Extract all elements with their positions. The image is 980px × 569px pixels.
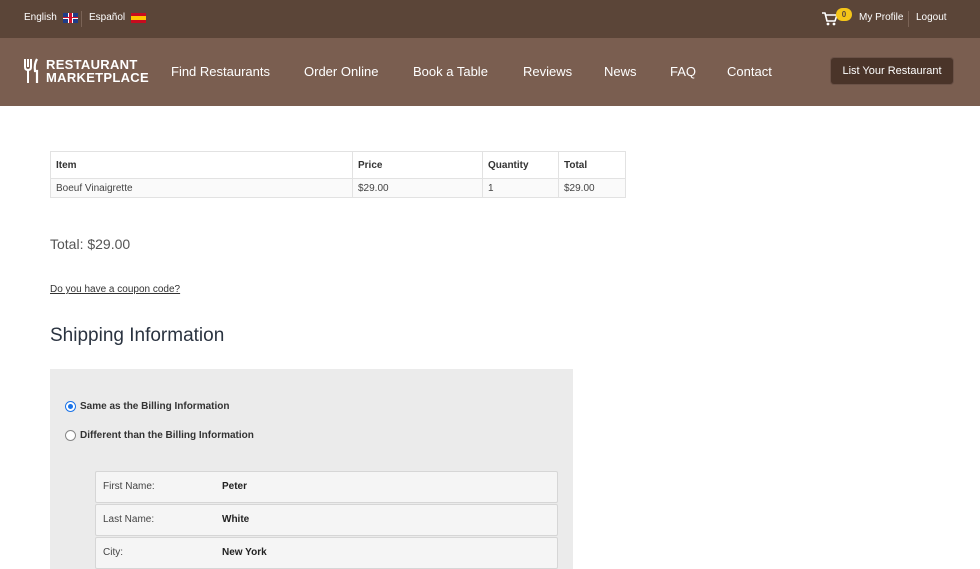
column-header-total: Total: [558, 151, 626, 179]
cell-quantity: 1: [482, 178, 559, 198]
city-label: City:: [103, 547, 123, 558]
nav-news[interactable]: News: [604, 64, 637, 79]
cell-total: $29.00: [558, 178, 626, 198]
last-name-field[interactable]: Last Name: White: [95, 504, 558, 536]
first-name-value: Peter: [222, 481, 248, 492]
city-field[interactable]: City: New York: [95, 537, 558, 569]
logo-line-2: MARKETPLACE: [46, 70, 149, 85]
radio-same-billing-label: Same as the Billing Information: [80, 401, 230, 412]
main-navbar: RESTAURANT MARKETPLACE Find Restaurants …: [0, 38, 980, 106]
site-logo[interactable]: RESTAURANT MARKETPLACE: [24, 58, 149, 84]
nav-faq[interactable]: FAQ: [670, 64, 696, 79]
order-total: Total: $29.00: [50, 236, 131, 252]
list-your-restaurant-button[interactable]: List Your Restaurant: [831, 58, 953, 84]
nav-contact[interactable]: Contact: [727, 64, 772, 79]
shipping-option-different[interactable]: Different than the Billing Information: [65, 430, 254, 441]
language-spanish[interactable]: Español: [89, 12, 147, 23]
spain-flag-icon: [131, 12, 147, 23]
nav-book-a-table[interactable]: Book a Table: [413, 64, 488, 79]
table-header-row: Item Price Quantity Total: [50, 151, 626, 179]
nav-order-online[interactable]: Order Online: [304, 64, 378, 79]
shipping-section-title: Shipping Information: [50, 325, 225, 346]
last-name-label: Last Name:: [103, 514, 155, 525]
uk-flag-icon: [62, 12, 78, 23]
language-spanish-label: Español: [89, 12, 126, 23]
profile-divider: [908, 11, 909, 27]
fork-knife-icon: [24, 58, 39, 83]
shipping-option-same[interactable]: Same as the Billing Information: [65, 401, 229, 412]
nav-reviews[interactable]: Reviews: [523, 64, 572, 79]
nav-find-restaurants[interactable]: Find Restaurants: [171, 64, 270, 79]
last-name-value: White: [222, 514, 250, 525]
city-value: New York: [222, 547, 267, 558]
cart-table: Item Price Quantity Total Boeuf Vinaigre…: [50, 151, 626, 198]
cell-price: $29.00: [352, 178, 483, 198]
cart-count-badge: 0: [836, 8, 852, 21]
coupon-code-link[interactable]: Do you have a coupon code?: [50, 284, 180, 295]
table-row: Boeuf Vinaigrette $29.00 1 $29.00: [50, 178, 626, 198]
column-header-item: Item: [50, 151, 353, 179]
logout-link[interactable]: Logout: [916, 12, 947, 23]
my-profile-link[interactable]: My Profile: [859, 12, 903, 23]
cell-item: Boeuf Vinaigrette: [50, 178, 353, 198]
language-divider: [81, 11, 82, 27]
column-header-quantity: Quantity: [482, 151, 559, 179]
radio-same-billing[interactable]: [65, 401, 76, 412]
shipping-panel: Same as the Billing Information Differen…: [50, 369, 573, 569]
first-name-field[interactable]: First Name: Peter: [95, 471, 558, 503]
radio-different-billing[interactable]: [65, 430, 76, 441]
column-header-price: Price: [352, 151, 483, 179]
first-name-label: First Name:: [103, 481, 155, 492]
logo-text: RESTAURANT MARKETPLACE: [46, 58, 149, 84]
radio-different-billing-label: Different than the Billing Information: [80, 430, 254, 441]
top-utility-bar: English Español 0 My Profile Logout: [0, 0, 980, 38]
language-english[interactable]: English: [24, 12, 78, 23]
language-english-label: English: [24, 12, 57, 23]
